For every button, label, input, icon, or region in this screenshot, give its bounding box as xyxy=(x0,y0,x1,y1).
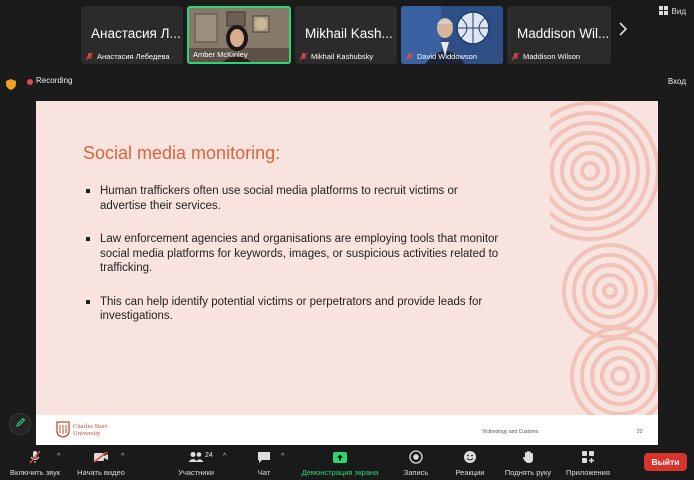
shared-screen-slide: Social media monitoring: Human trafficke… xyxy=(36,101,658,445)
slide-content: Social media monitoring: Human trafficke… xyxy=(36,101,550,415)
record-label: Запись xyxy=(403,468,429,477)
mic-muted-icon xyxy=(299,52,308,61)
participants-icon xyxy=(188,450,204,464)
chat-icon xyxy=(256,450,272,464)
university-logo: Charles Sturt University xyxy=(56,421,107,438)
apps-button[interactable]: Приложения xyxy=(562,450,614,477)
chevron-up-icon[interactable]: ^ xyxy=(57,453,60,460)
participants-label: Участники xyxy=(178,468,214,477)
participant-display-name: Mikhail Kash... xyxy=(305,26,393,41)
exit-fullscreen-button[interactable]: Вход xyxy=(668,77,686,86)
apps-label: Приложения xyxy=(566,468,610,477)
slide-footer: Charles Sturt University Victimology and… xyxy=(36,415,658,445)
chevron-up-icon[interactable]: ^ xyxy=(223,453,226,460)
recording-label[interactable]: Recording xyxy=(36,76,72,85)
pencil-icon xyxy=(15,415,26,433)
annotate-pencil-button[interactable] xyxy=(9,413,31,435)
participant-tile[interactable]: David Widdowson xyxy=(401,6,503,64)
logo-line-2: University xyxy=(73,429,101,437)
view-label: Вид xyxy=(671,7,686,16)
mic-muted-icon xyxy=(511,52,520,61)
share-screen-button[interactable]: Демонстрация экрана xyxy=(294,450,386,477)
meeting-status-bar: Recording Вход xyxy=(0,72,694,92)
slide-page-number: 22 xyxy=(637,429,643,435)
start-video-label: Начать видео xyxy=(77,468,125,477)
participant-tile[interactable]: Mikhail Kash... Mikhail Kashubsky xyxy=(295,6,397,64)
reactions-label: Реакции xyxy=(455,468,485,477)
chevron-right-icon[interactable] xyxy=(618,22,632,42)
apps-icon xyxy=(580,450,596,464)
reactions-button[interactable]: Реакции xyxy=(451,450,489,477)
participant-display-name: Maddison Wil... xyxy=(517,26,610,41)
zoom-meeting-window: Анастасия Л... Анастасия Лебедева Amber … xyxy=(0,0,694,480)
share-screen-label: Демонстрация экрана xyxy=(301,468,379,477)
recording-dot-icon xyxy=(27,79,33,85)
chat-label: Чат xyxy=(257,468,271,477)
bullet-item: This can help identify potential victims… xyxy=(86,295,506,324)
slide-title: Social media monitoring: xyxy=(83,143,281,163)
participant-name: Amber McKinley xyxy=(193,50,248,59)
raise-hand-label: Поднять руку xyxy=(504,468,552,477)
view-button[interactable]: Вид xyxy=(658,6,686,17)
participant-name: David Widdowson xyxy=(417,52,478,61)
chevron-up-icon[interactable]: ^ xyxy=(281,453,284,460)
leave-meeting-button[interactable]: Выйти xyxy=(644,453,687,471)
raise-hand-button[interactable]: Поднять руку xyxy=(500,450,556,477)
participant-tile-active-speaker[interactable]: Amber McKinley xyxy=(187,6,291,64)
participant-gallery: Анастасия Л... Анастасия Лебедева Amber … xyxy=(0,0,694,70)
bullet-list: Human traffickers often use social media… xyxy=(86,184,506,343)
mic-muted-icon xyxy=(405,52,414,61)
participant-tile[interactable]: Maddison Wil... Maddison Wilson xyxy=(507,6,611,64)
participant-name: Анастасия Лебедева xyxy=(97,52,170,61)
participant-name: Maddison Wilson xyxy=(523,52,581,61)
shield-icon[interactable] xyxy=(6,77,16,90)
meeting-toolbar: Включить звук ^ Начать видео ^ Участники… xyxy=(0,446,694,480)
decorative-pattern xyxy=(550,101,658,415)
chat-button[interactable]: Чат xyxy=(252,450,276,477)
share-screen-icon xyxy=(332,450,348,464)
hand-icon xyxy=(520,450,536,464)
record-icon xyxy=(408,450,424,464)
bullet-item: Human traffickers often use social media… xyxy=(86,184,506,213)
bullet-item: Law enforcement agencies and organisatio… xyxy=(86,232,506,276)
participants-count: 24 xyxy=(205,452,213,459)
video-off-icon xyxy=(93,450,109,464)
logo-line-1: Charles Sturt xyxy=(73,422,108,430)
emoji-icon xyxy=(462,450,478,464)
participant-tile[interactable]: Анастасия Л... Анастасия Лебедева xyxy=(81,6,183,64)
chevron-up-icon[interactable]: ^ xyxy=(121,453,124,460)
course-name: Victimology and Customs xyxy=(482,429,539,435)
university-crest-icon xyxy=(56,421,70,438)
participant-display-name: Анастасия Л... xyxy=(91,26,181,41)
mic-muted-icon xyxy=(27,450,43,464)
unmute-label: Включить звук xyxy=(9,468,61,477)
record-button[interactable]: Запись xyxy=(400,450,432,477)
participant-name: Mikhail Kashubsky xyxy=(311,52,374,61)
grid-view-icon xyxy=(658,6,668,17)
mic-muted-icon xyxy=(85,52,94,61)
